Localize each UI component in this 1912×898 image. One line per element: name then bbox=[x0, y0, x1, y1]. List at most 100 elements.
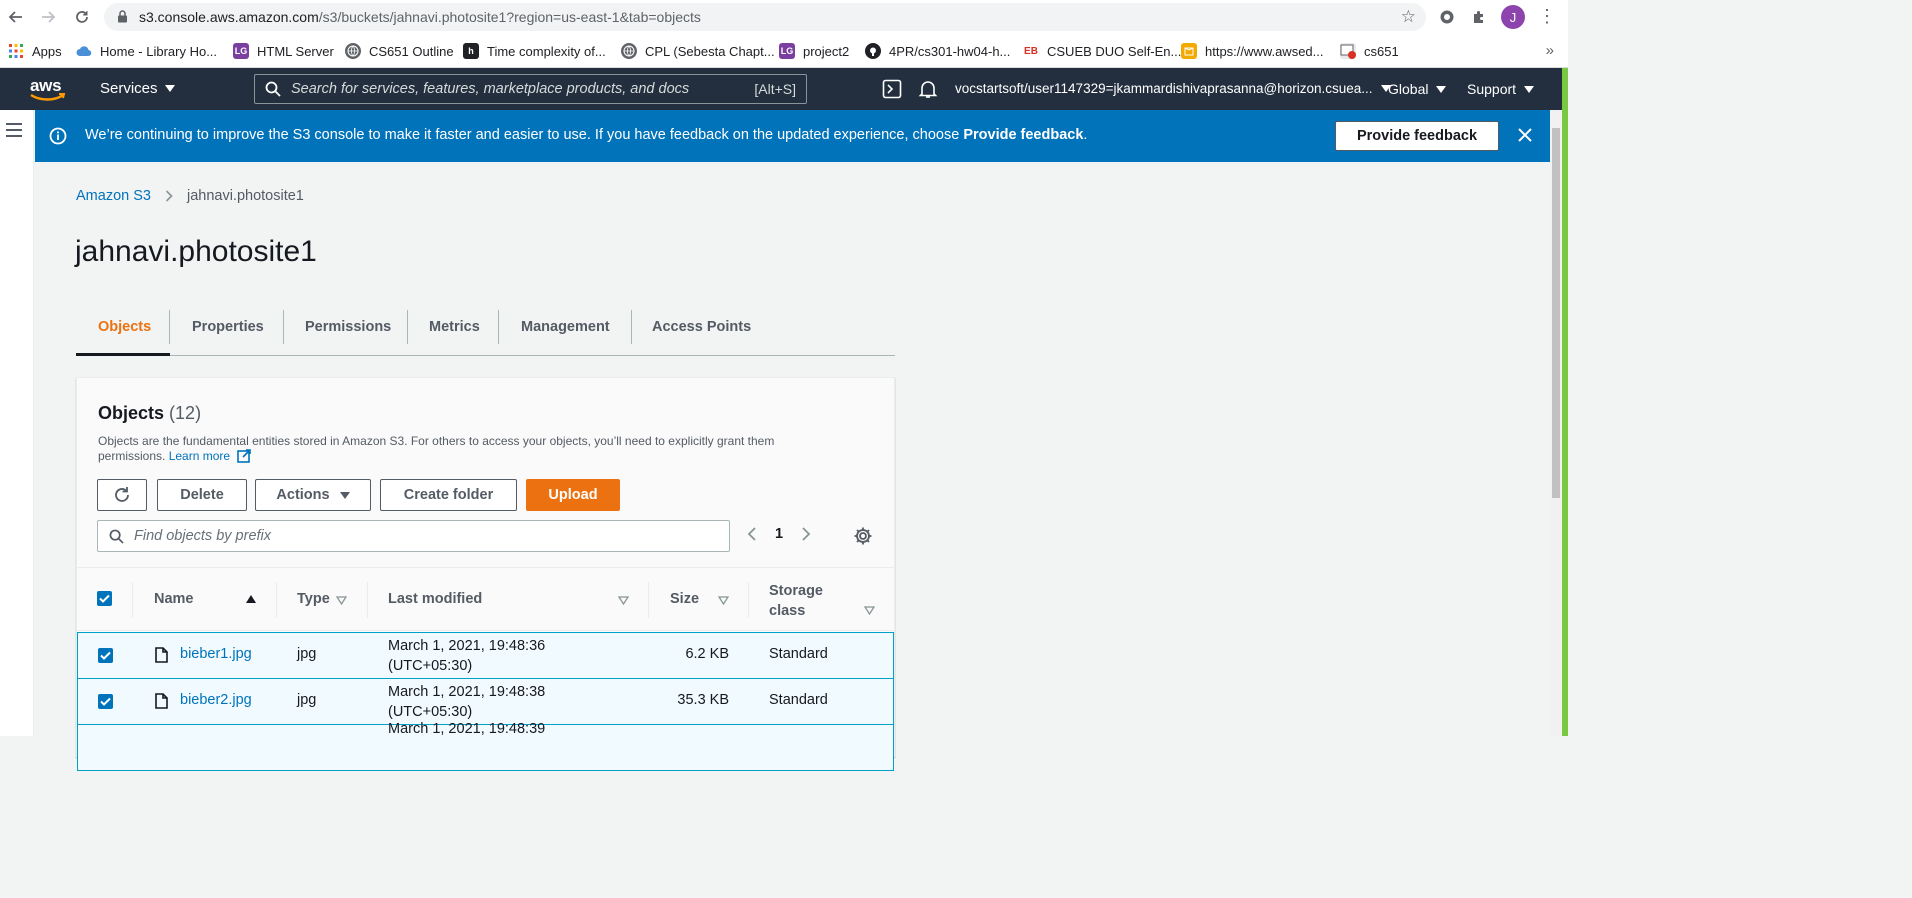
page-number[interactable]: 1 bbox=[775, 526, 783, 542]
find-objects-input[interactable]: Find objects by prefix bbox=[97, 520, 730, 552]
bookmark-home-library[interactable]: Home - Library Ho... bbox=[76, 42, 217, 60]
modified-date: March 1, 2021, 19:48:36 bbox=[388, 638, 546, 654]
bookmark-project2[interactable]: LG project2 bbox=[779, 42, 849, 60]
cloud-icon bbox=[76, 43, 92, 59]
bookmark-4pr-cs301[interactable]: 4PR/cs301-hw04-h... bbox=[865, 42, 1010, 60]
breadcrumb-amazon-s3[interactable]: Amazon S3 bbox=[76, 188, 151, 204]
bookmark-html-server[interactable]: LG HTML Server bbox=[233, 42, 334, 60]
bookmark-apps[interactable]: Apps bbox=[8, 42, 62, 60]
column-divider bbox=[648, 582, 649, 618]
address-bar[interactable]: s3.console.aws.amazon.com/s3/buckets/jah… bbox=[104, 3, 1426, 31]
bookmarks-bar: Apps Home - Library Ho... LG HTML Server… bbox=[0, 34, 1568, 68]
external-link-icon[interactable] bbox=[237, 449, 252, 463]
sort-icon[interactable] bbox=[618, 596, 629, 605]
caret-down-icon bbox=[1436, 85, 1447, 93]
extensions-puzzle-icon[interactable] bbox=[1469, 7, 1489, 27]
scrollbar-thumb[interactable] bbox=[1552, 128, 1560, 498]
bookmark-label: project2 bbox=[803, 43, 850, 59]
table-row[interactable]: bieber2.jpg jpg March 1, 2021, 19:48:38 … bbox=[77, 678, 894, 725]
services-menu[interactable]: Services bbox=[100, 80, 175, 97]
refresh-button[interactable] bbox=[97, 479, 147, 511]
row-checkbox[interactable] bbox=[98, 694, 113, 709]
column-name[interactable]: Name bbox=[154, 591, 194, 607]
bookmark-awsed[interactable]: https://www.awsed... bbox=[1181, 42, 1324, 60]
bookmark-label: Apps bbox=[32, 43, 62, 59]
cloudshell-icon[interactable] bbox=[882, 79, 902, 99]
caret-down-icon bbox=[164, 85, 175, 92]
sort-icon[interactable] bbox=[336, 596, 347, 605]
gear-icon[interactable] bbox=[853, 526, 873, 546]
sort-ascending-icon[interactable] bbox=[246, 595, 256, 603]
support-menu[interactable]: Support bbox=[1467, 81, 1535, 97]
column-size[interactable]: Size bbox=[670, 591, 699, 607]
column-divider bbox=[748, 582, 749, 618]
chevron-left-icon[interactable] bbox=[747, 526, 757, 542]
bookmarks-overflow-icon[interactable]: » bbox=[1546, 42, 1554, 59]
provide-feedback-button[interactable]: Provide feedback bbox=[1335, 121, 1499, 151]
tab-management[interactable]: Management bbox=[521, 310, 610, 344]
close-icon[interactable] bbox=[1517, 127, 1533, 143]
hamburger-menu-icon[interactable] bbox=[6, 123, 22, 137]
bookmark-star-icon[interactable]: ☆ bbox=[1401, 7, 1416, 27]
upload-button[interactable]: Upload bbox=[526, 479, 620, 511]
tab-objects[interactable]: Objects bbox=[98, 310, 151, 344]
row-checkbox[interactable] bbox=[98, 648, 113, 663]
extension-circle-icon[interactable] bbox=[1437, 7, 1457, 27]
lock-icon bbox=[117, 10, 129, 24]
objects-heading: Objects (12) bbox=[98, 403, 201, 424]
bookmark-cpl-sebesta[interactable]: CPL (Sebesta Chapt... bbox=[621, 42, 775, 60]
services-label: Services bbox=[100, 80, 158, 97]
object-size: 6.2 KB bbox=[685, 646, 729, 662]
sort-icon[interactable] bbox=[864, 606, 875, 615]
side-navigation-collapsed bbox=[0, 110, 34, 736]
aws-logo[interactable]: aws bbox=[30, 76, 70, 102]
browser-menu-icon[interactable]: ⋮ bbox=[1538, 6, 1556, 27]
delete-button[interactable]: Delete bbox=[157, 479, 247, 511]
aws-global-nav: aws Services Search for services, featur… bbox=[0, 68, 1562, 110]
aws-search-input[interactable]: Search for services, features, marketpla… bbox=[254, 74, 807, 104]
column-storage-class[interactable]: Storage class bbox=[769, 581, 823, 621]
lg-icon: LG bbox=[233, 43, 249, 59]
actions-button[interactable]: Actions bbox=[255, 479, 371, 511]
chevron-right-icon[interactable] bbox=[801, 526, 811, 542]
bookmark-cs651[interactable]: cs651 bbox=[1340, 42, 1399, 60]
select-all-checkbox[interactable] bbox=[97, 591, 112, 606]
profile-avatar[interactable]: J bbox=[1501, 5, 1525, 29]
file-icon bbox=[155, 693, 168, 709]
sort-icon[interactable] bbox=[718, 596, 729, 605]
column-last-modified[interactable]: Last modified bbox=[388, 591, 482, 607]
create-folder-button[interactable]: Create folder bbox=[380, 479, 517, 511]
tab-metrics[interactable]: Metrics bbox=[429, 310, 480, 344]
reload-icon[interactable] bbox=[70, 5, 94, 29]
tab-divider bbox=[169, 310, 170, 344]
object-last-modified: March 1, 2021, 19:48:36 (UTC+05:30) bbox=[388, 636, 545, 676]
back-icon[interactable] bbox=[4, 5, 28, 29]
bookmark-cs651-outline[interactable]: CS651 Outline bbox=[345, 42, 454, 60]
tab-properties[interactable]: Properties bbox=[192, 310, 264, 344]
aws-smile-icon bbox=[30, 93, 66, 101]
url-path: /s3/buckets/jahnavi.photosite1?region=us… bbox=[318, 9, 701, 25]
bookmark-label: Home - Library Ho... bbox=[100, 43, 218, 59]
account-menu[interactable]: vocstartsoft/user1147329=jkammardishivap… bbox=[955, 81, 1391, 96]
forward-icon[interactable] bbox=[36, 5, 60, 29]
object-name-link[interactable]: bieber2.jpg bbox=[180, 692, 252, 708]
object-name-link[interactable]: bieber1.jpg bbox=[180, 646, 252, 662]
find-placeholder: Find objects by prefix bbox=[134, 528, 272, 544]
storage-class-line1: Storage bbox=[769, 583, 823, 599]
column-divider bbox=[276, 582, 277, 618]
notifications-bell-icon[interactable] bbox=[918, 79, 938, 99]
chevron-right-icon bbox=[165, 190, 173, 202]
search-shortcut: [Alt+S] bbox=[754, 81, 796, 97]
table-row[interactable]: March 1, 2021, 19:48:39 bbox=[77, 721, 894, 771]
active-tab-indicator bbox=[76, 353, 170, 356]
learn-more-link[interactable]: Learn more bbox=[169, 449, 230, 463]
bookmark-time-complexity[interactable]: h Time complexity of... bbox=[463, 42, 606, 60]
bookmark-csueb-duo[interactable]: EB CSUEB DUO Self-En... bbox=[1023, 42, 1181, 60]
tab-permissions[interactable]: Permissions bbox=[305, 310, 391, 344]
tab-access-points[interactable]: Access Points bbox=[652, 310, 751, 344]
refresh-icon bbox=[115, 487, 129, 502]
region-menu[interactable]: Global bbox=[1388, 81, 1447, 97]
url-text: s3.console.aws.amazon.com/s3/buckets/jah… bbox=[139, 9, 701, 25]
column-type[interactable]: Type bbox=[297, 591, 330, 607]
table-row[interactable]: bieber1.jpg jpg March 1, 2021, 19:48:36 … bbox=[77, 632, 894, 679]
